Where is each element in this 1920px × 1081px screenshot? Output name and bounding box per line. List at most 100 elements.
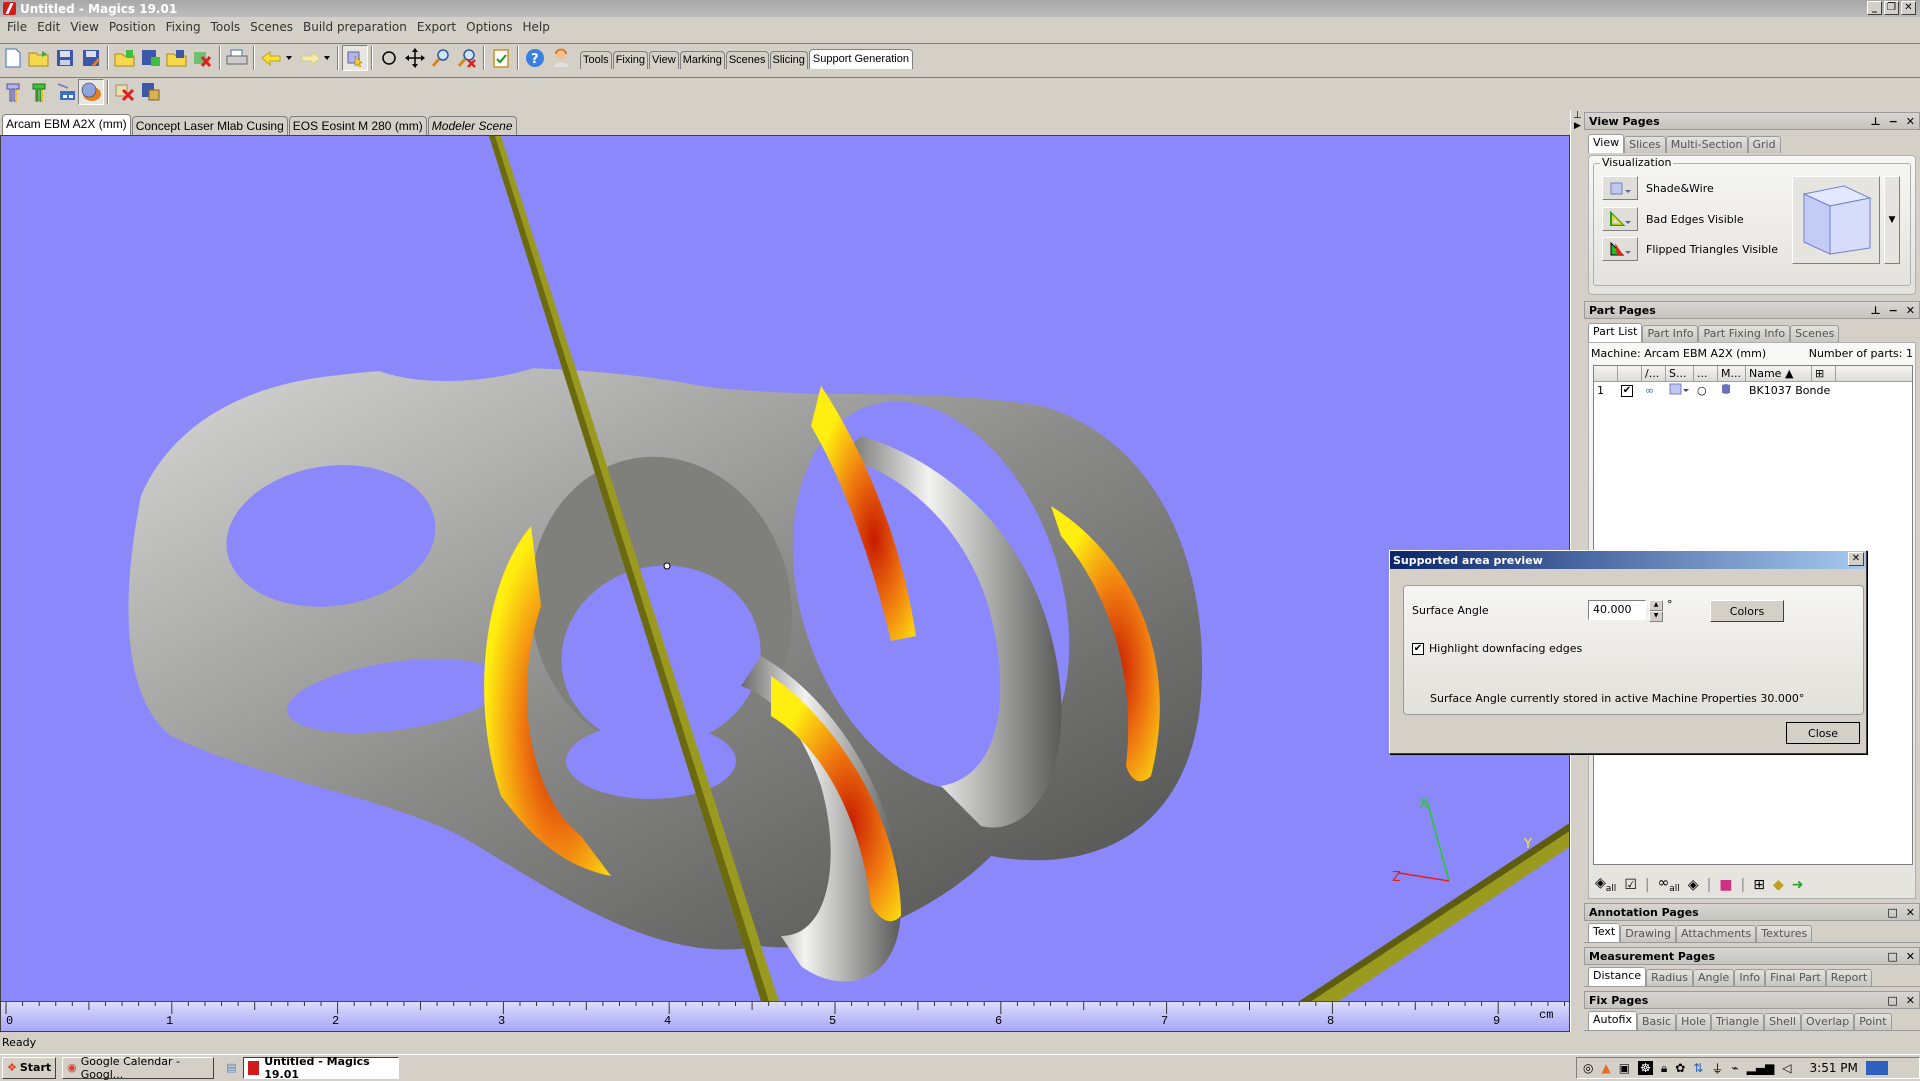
- tray-network-icon[interactable]: ✿: [1675, 1061, 1685, 1075]
- tray-app2-icon[interactable]: ☸: [1638, 1061, 1653, 1075]
- import-part-icon[interactable]: [112, 45, 138, 71]
- tab-info[interactable]: Info: [1734, 969, 1766, 986]
- minimize-panel-icon[interactable]: −: [1889, 115, 1898, 128]
- tab-triangle[interactable]: Triangle: [1710, 1013, 1765, 1030]
- column-header-index[interactable]: [1594, 366, 1618, 382]
- select-all-icon[interactable]: ◈all: [1595, 875, 1616, 894]
- tab-support-generation[interactable]: Support Generation: [808, 48, 913, 69]
- spin-down-icon[interactable]: ▼: [1649, 611, 1663, 622]
- maximize-panel-icon[interactable]: □: [1887, 994, 1897, 1007]
- support-platform-icon[interactable]: [52, 79, 78, 105]
- menu-file[interactable]: File: [4, 20, 34, 34]
- column-header-display[interactable]: /...: [1642, 366, 1666, 382]
- save-part-icon[interactable]: [138, 45, 164, 71]
- column-chooser-icon[interactable]: ⊞: [1812, 366, 1836, 382]
- dialog-close-icon[interactable]: ✕: [1848, 552, 1864, 566]
- zoom-reset-icon[interactable]: [454, 45, 480, 71]
- tab-hole[interactable]: Hole: [1676, 1013, 1711, 1030]
- tab-radius[interactable]: Radius: [1646, 969, 1693, 986]
- tab-scenes[interactable]: Scenes: [725, 50, 769, 69]
- open-folder-icon[interactable]: [26, 45, 52, 71]
- tab-textures[interactable]: Textures: [1756, 925, 1813, 942]
- scene-tab-eos[interactable]: EOS Eosint M 280 (mm): [288, 116, 427, 136]
- column-header-c[interactable]: ...: [1694, 366, 1718, 382]
- tab-view[interactable]: View: [649, 50, 679, 69]
- tab-drawing[interactable]: Drawing: [1620, 925, 1676, 942]
- close-panel-icon[interactable]: ✕: [1906, 950, 1915, 963]
- start-button[interactable]: ❖ Start: [2, 1056, 57, 1079]
- taskbar-item-magics[interactable]: Untitled - Magics 19.01: [242, 1055, 399, 1081]
- tray-drive-icon[interactable]: ▣: [1619, 1061, 1630, 1075]
- scene-tab-arcam[interactable]: Arcam EBM A2X (mm): [2, 114, 131, 136]
- clock[interactable]: 3:51 PM: [1810, 1061, 1858, 1075]
- tab-attachments[interactable]: Attachments: [1676, 925, 1757, 942]
- surface-angle-input[interactable]: 40.000: [1588, 600, 1646, 620]
- column-header-m[interactable]: M...: [1718, 366, 1746, 382]
- hide-icon[interactable]: ◈: [1688, 877, 1699, 893]
- tab-fixing[interactable]: Fixing: [612, 50, 649, 69]
- close-panel-icon[interactable]: ✕: [1906, 304, 1915, 317]
- close-button[interactable]: Close: [1786, 722, 1860, 744]
- tab-angle[interactable]: Angle: [1693, 969, 1735, 986]
- flipped-triangles-icon[interactable]: [1602, 237, 1638, 261]
- close-window-button[interactable]: ✕: [1901, 1, 1916, 15]
- help-icon[interactable]: ?: [522, 45, 548, 71]
- explorer-icon[interactable]: ▤: [226, 1061, 236, 1074]
- taskbar-item-google-calendar[interactable]: ◉ Google Calendar - Googl...: [62, 1055, 215, 1081]
- glasses-icon[interactable]: ∞: [1642, 384, 1666, 397]
- shading-icon[interactable]: [1666, 383, 1694, 398]
- save-icon[interactable]: [52, 45, 78, 71]
- support-edit-icon[interactable]: [26, 79, 52, 105]
- shade-wire-icon[interactable]: [1602, 176, 1638, 200]
- scene-tab-concept-laser[interactable]: Concept Laser Mlab Cusing: [131, 116, 288, 136]
- print-icon[interactable]: [224, 45, 250, 71]
- menu-help[interactable]: Help: [519, 20, 556, 34]
- tab-distance[interactable]: Distance: [1588, 967, 1647, 986]
- platform-icon[interactable]: ◆: [1773, 877, 1784, 893]
- tray-sync-icon[interactable]: ⇅: [1693, 1061, 1703, 1075]
- colors-button[interactable]: Colors: [1710, 600, 1784, 622]
- menu-position[interactable]: Position: [106, 20, 163, 34]
- select-part-icon[interactable]: [342, 44, 368, 71]
- bad-edges-icon[interactable]: [1602, 207, 1638, 231]
- tab-overlap[interactable]: Overlap: [1800, 1013, 1855, 1030]
- zoom-icon[interactable]: [428, 45, 454, 71]
- scene-tab-modeler[interactable]: Modeler Scene: [427, 116, 517, 136]
- column-header-name[interactable]: Name ▲: [1746, 366, 1812, 382]
- color-parts-icon[interactable]: ■: [1719, 877, 1732, 893]
- tab-marking[interactable]: Marking: [679, 50, 725, 69]
- supported-area-preview-icon[interactable]: [78, 78, 104, 105]
- tab-slices[interactable]: Slices: [1624, 136, 1666, 153]
- unload-part-icon[interactable]: [190, 45, 216, 71]
- support-generate-icon[interactable]: [0, 79, 26, 105]
- column-header-visible[interactable]: [1618, 366, 1642, 382]
- tray-app-icon[interactable]: ◎: [1583, 1061, 1593, 1075]
- save-as-icon[interactable]: [78, 45, 104, 71]
- show-all-icon[interactable]: ∞all: [1658, 875, 1680, 894]
- pin-icon[interactable]: ⊥: [1871, 304, 1881, 317]
- tab-part-info[interactable]: Part Info: [1642, 325, 1699, 342]
- tray-signal-icon[interactable]: ▂▄▆: [1747, 1061, 1775, 1075]
- menu-tools[interactable]: Tools: [208, 20, 248, 34]
- tab-scenes[interactable]: Scenes: [1790, 325, 1840, 342]
- rotate-icon[interactable]: [376, 45, 402, 71]
- tab-view[interactable]: View: [1588, 134, 1625, 153]
- redo-icon[interactable]: [296, 45, 334, 71]
- add-part-icon[interactable]: ⊞: [1753, 877, 1765, 893]
- tray-volume-icon[interactable]: ◁: [1782, 1061, 1791, 1075]
- export-part-icon[interactable]: ➜: [1792, 877, 1804, 893]
- tray-power-icon[interactable]: ⌁: [1731, 1061, 1738, 1075]
- undo-icon[interactable]: [258, 45, 296, 71]
- part-color-icon[interactable]: [1718, 383, 1746, 397]
- menu-fixing[interactable]: Fixing: [163, 20, 208, 34]
- part-model[interactable]: X Z Y: [1, 136, 1570, 1032]
- highlight-downfacing-checkbox[interactable]: ✔: [1412, 642, 1424, 655]
- part-row[interactable]: 1 ✔ ∞ ○ BK1037 Bonde: [1594, 382, 1912, 398]
- maximize-panel-icon[interactable]: □: [1887, 906, 1897, 919]
- tab-point[interactable]: Point: [1854, 1013, 1892, 1030]
- tab-multi-section[interactable]: Multi-Section: [1665, 136, 1748, 153]
- tray-usb-icon[interactable]: ⏚: [1711, 1060, 1723, 1077]
- close-panel-icon[interactable]: ✕: [1906, 994, 1915, 1007]
- view-cube[interactable]: [1792, 176, 1880, 264]
- tab-final-part[interactable]: Final Part: [1765, 969, 1826, 986]
